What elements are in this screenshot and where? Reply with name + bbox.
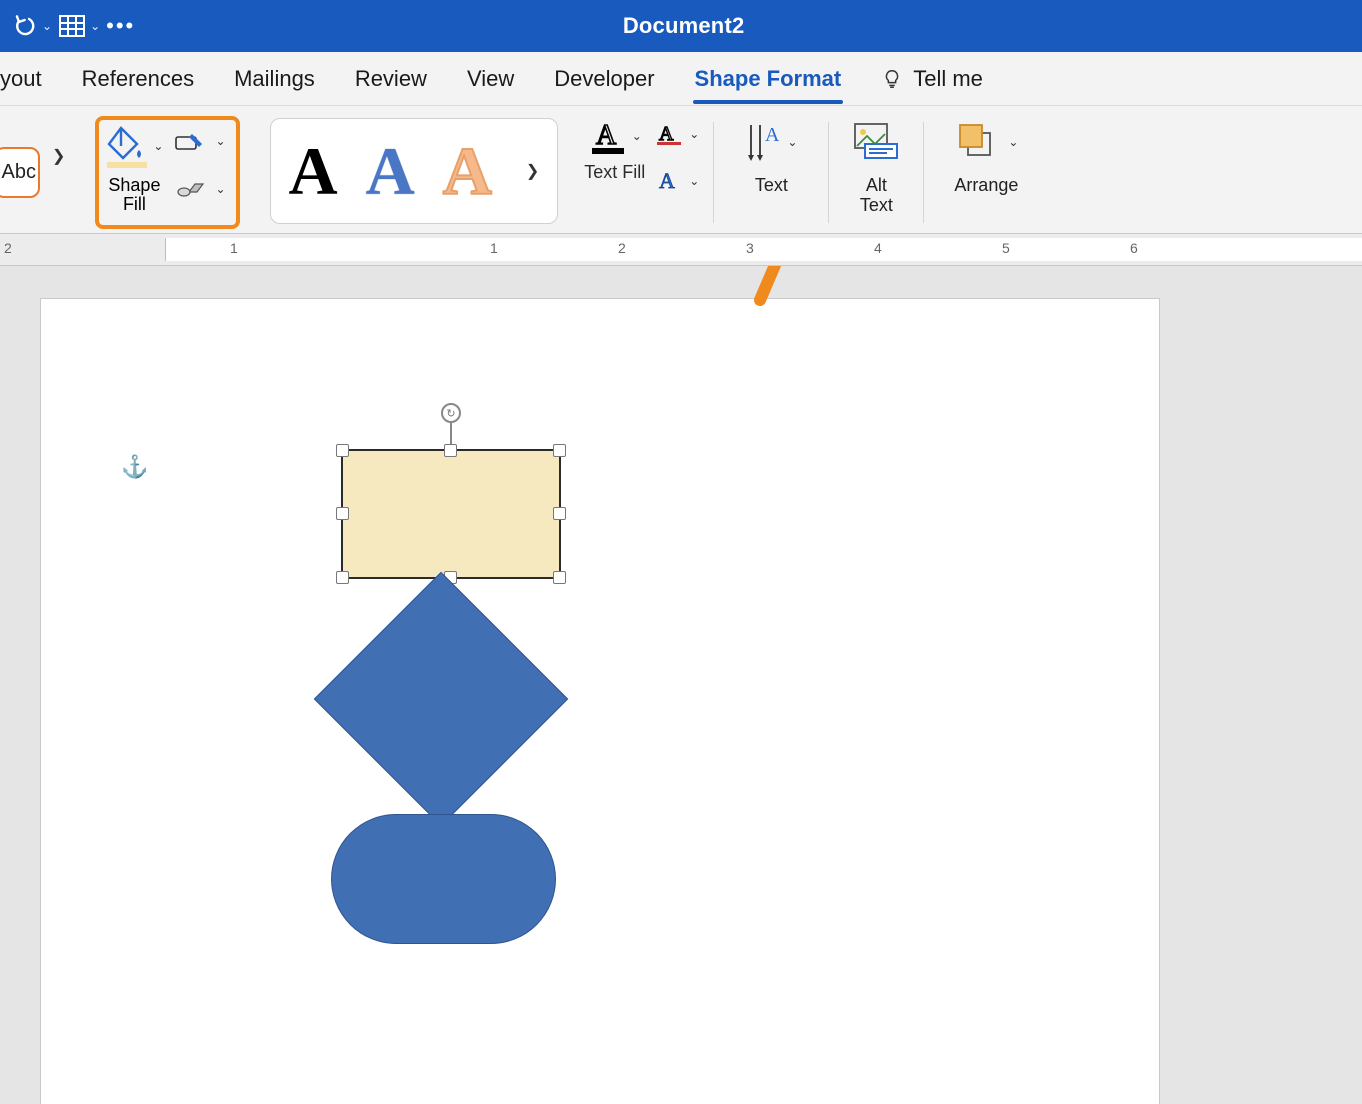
shape-styles-highlight: ⌄ Shape Fill ⌄ ⌄ — [95, 116, 239, 229]
indent-markers[interactable] — [0, 234, 300, 266]
wordart-style-2[interactable]: A — [366, 137, 415, 205]
shape-effects-icon — [175, 178, 209, 200]
shape-fill-icon[interactable] — [105, 124, 149, 168]
tab-mailings[interactable]: Mailings — [214, 66, 335, 92]
text-outline-button[interactable]: A ⌄ — [651, 120, 703, 148]
document-title: Document2 — [15, 13, 1352, 39]
svg-text:A: A — [596, 120, 617, 151]
shape-fill-label: Shape Fill — [108, 176, 160, 214]
shape-rectangle-selected[interactable]: ↻ — [341, 449, 561, 579]
text-outline-icon: A — [655, 122, 685, 146]
ruler-mark: 2 — [618, 240, 626, 256]
resize-handle-w[interactable] — [336, 507, 349, 520]
ribbon-tabs: yout References Mailings Review View Dev… — [0, 52, 1362, 106]
alt-text-group: Alt Text — [831, 112, 921, 233]
wordart-gallery[interactable]: A A A ❯ — [270, 118, 559, 224]
separator — [828, 122, 829, 223]
arrange-dropdown-icon[interactable]: ⌄ — [1008, 135, 1018, 149]
shape-styles-group: ⌄ Shape Fill ⌄ ⌄ — [73, 112, 247, 233]
pen-outline-icon — [175, 130, 209, 152]
resize-handle-sw[interactable] — [336, 571, 349, 584]
text-fill-label: Text Fill — [584, 162, 645, 183]
anchor-icon: ⚓ — [121, 454, 148, 480]
resize-handle-nw[interactable] — [336, 444, 349, 457]
tab-review[interactable]: Review — [335, 66, 447, 92]
resize-handle-e[interactable] — [553, 507, 566, 520]
tell-me-search[interactable]: Tell me — [913, 66, 983, 92]
ruler-mark: 5 — [1002, 240, 1010, 256]
shape-style-sample[interactable]: Abc — [0, 147, 40, 198]
shape-outline-button[interactable]: ⌄ — [171, 128, 229, 154]
ruler-mark: 4 — [874, 240, 882, 256]
wordart-gallery-more-icon[interactable]: ❯ — [526, 161, 539, 181]
shapes-gallery-more-icon[interactable]: ❯ — [52, 146, 65, 229]
text-fill-dropdown-icon[interactable]: ⌄ — [632, 129, 642, 143]
alt-text-label: Alt Text — [860, 176, 893, 216]
tab-layout[interactable]: yout — [0, 66, 62, 92]
insert-shapes-group: Abc ❯ — [0, 112, 73, 233]
wordart-style-1[interactable]: A — [289, 137, 338, 205]
text-effects-icon: A — [655, 168, 685, 194]
text-direction-icon[interactable]: A — [745, 121, 779, 163]
resize-handle-n[interactable] — [444, 444, 457, 457]
document-canvas[interactable]: ⚓ ↻ — [0, 266, 1362, 1104]
shape-effects-button[interactable]: ⌄ — [171, 176, 229, 202]
wordart-quick-styles-group: A A A ❯ — [248, 112, 567, 233]
wordart-style-3[interactable]: A — [443, 137, 492, 205]
text-effects-button[interactable]: A ⌄ — [651, 166, 703, 196]
svg-text:A: A — [765, 124, 779, 146]
title-bar: ⌄ ⌄ ••• Document2 — [0, 0, 1362, 52]
separator — [713, 122, 714, 223]
arrange-group: ⌄ Arrange — [926, 112, 1046, 233]
table-dropdown-icon[interactable]: ⌄ — [90, 19, 100, 33]
text-effects-dropdown-icon[interactable]: ⌄ — [689, 174, 699, 188]
rotation-handle[interactable]: ↻ — [441, 403, 461, 423]
ribbon: Abc ❯ ⌄ Shape Fill — [0, 106, 1362, 234]
text-direction-dropdown-icon[interactable]: ⌄ — [787, 135, 797, 149]
tab-view[interactable]: View — [447, 66, 534, 92]
arrange-icon[interactable] — [954, 121, 1000, 163]
undo-dropdown-icon[interactable]: ⌄ — [42, 19, 52, 33]
ruler-mark: 1 — [490, 240, 498, 256]
wordart-styles-group: A ⌄ Text Fill A ⌄ — [566, 112, 711, 233]
text-group-label: Text — [755, 176, 788, 196]
arrange-label: Arrange — [954, 176, 1018, 196]
lightbulb-icon — [881, 68, 903, 90]
svg-text:A: A — [659, 123, 674, 145]
resize-handle-se[interactable] — [553, 571, 566, 584]
alt-text-icon[interactable] — [851, 120, 901, 164]
ruler-mark: 3 — [746, 240, 754, 256]
shape-effects-dropdown-icon[interactable]: ⌄ — [215, 182, 225, 196]
shape-diamond[interactable] — [314, 572, 569, 827]
text-outline-dropdown-icon[interactable]: ⌄ — [689, 127, 699, 141]
separator — [923, 122, 924, 223]
tab-developer[interactable]: Developer — [534, 66, 674, 92]
svg-text:A: A — [659, 168, 675, 193]
shape-outline-dropdown-icon[interactable]: ⌄ — [215, 134, 225, 148]
resize-handle-ne[interactable] — [553, 444, 566, 457]
horizontal-ruler[interactable]: 2 1 1 2 3 4 5 6 — [0, 234, 1362, 266]
text-group: A ⌄ Text — [716, 112, 826, 233]
page[interactable]: ⚓ ↻ — [40, 298, 1160, 1104]
tab-shape-format[interactable]: Shape Format — [675, 66, 862, 92]
shape-fill-dropdown-icon[interactable]: ⌄ — [153, 139, 163, 153]
ruler-mark: 6 — [1130, 240, 1138, 256]
shape-rounded-rectangle[interactable] — [331, 814, 556, 944]
text-fill-icon[interactable]: A — [588, 116, 628, 156]
tab-references[interactable]: References — [62, 66, 215, 92]
